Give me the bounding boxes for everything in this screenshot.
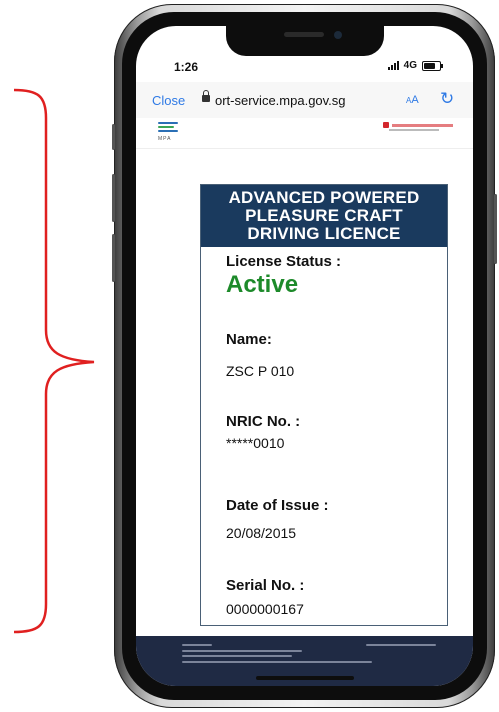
mute-switch [112,124,115,150]
licence-title: ADVANCED POWERED PLEASURE CRAFT DRIVING … [201,185,447,247]
status-time: 1:26 [174,60,199,74]
phone-frame: 1:26 4G Close ort-service.mpa.gov.sg AA … [112,4,497,708]
singapore-government-logo [383,122,453,128]
licence-title-line: PLEASURE CRAFT [245,206,403,225]
site-header: MPA [136,118,473,149]
licence-card: ADVANCED POWERED PLEASURE CRAFT DRIVING … [200,184,448,626]
address-bar[interactable]: ort-service.mpa.gov.sg [215,93,346,108]
serial-value: 0000000167 [226,601,304,617]
speaker-grille [284,32,324,37]
issue-date-label: Date of Issue : [226,497,329,514]
issue-date-value: 20/08/2015 [226,525,297,541]
notch [226,26,384,56]
volume-down-button [112,234,115,282]
footer-text-line [182,650,302,652]
status-value: Active [226,271,299,298]
text-size-button[interactable]: AA [406,94,419,106]
browser-toolbar: Close ort-service.mpa.gov.sg AA ↻ [136,82,473,118]
footer-heading [182,644,212,646]
red-bracket-annotation [13,88,95,634]
name-value: ZSC P 010 [226,363,295,379]
battery-icon [422,60,443,71]
close-button[interactable]: Close [152,93,185,108]
licence-title-line: ADVANCED POWERED [228,188,420,207]
footer-links[interactable] [182,661,372,663]
network-type: 4G [403,60,417,71]
footer-text-line [182,655,292,657]
reload-icon[interactable]: ↻ [440,89,454,109]
phone-screen: 1:26 4G Close ort-service.mpa.gov.sg AA … [136,26,473,686]
lock-icon [202,90,210,102]
logo-tagline [389,129,439,131]
home-indicator[interactable] [256,676,354,680]
status-label: License Status : [226,253,342,270]
licence-title-line: DRIVING LICENCE [247,224,401,243]
power-button [494,194,497,264]
nric-value: *****0010 [226,435,285,451]
footer-updated-date [366,644,436,646]
volume-up-button [112,174,115,222]
name-label: Name: [226,331,272,348]
signal-icon [387,61,399,70]
front-camera-icon [334,31,342,39]
mpa-logo-text: MPA [158,136,172,142]
status-indicators: 4G [387,60,443,71]
serial-label: Serial No. : [226,577,305,594]
nric-label: NRIC No. : [226,413,301,430]
